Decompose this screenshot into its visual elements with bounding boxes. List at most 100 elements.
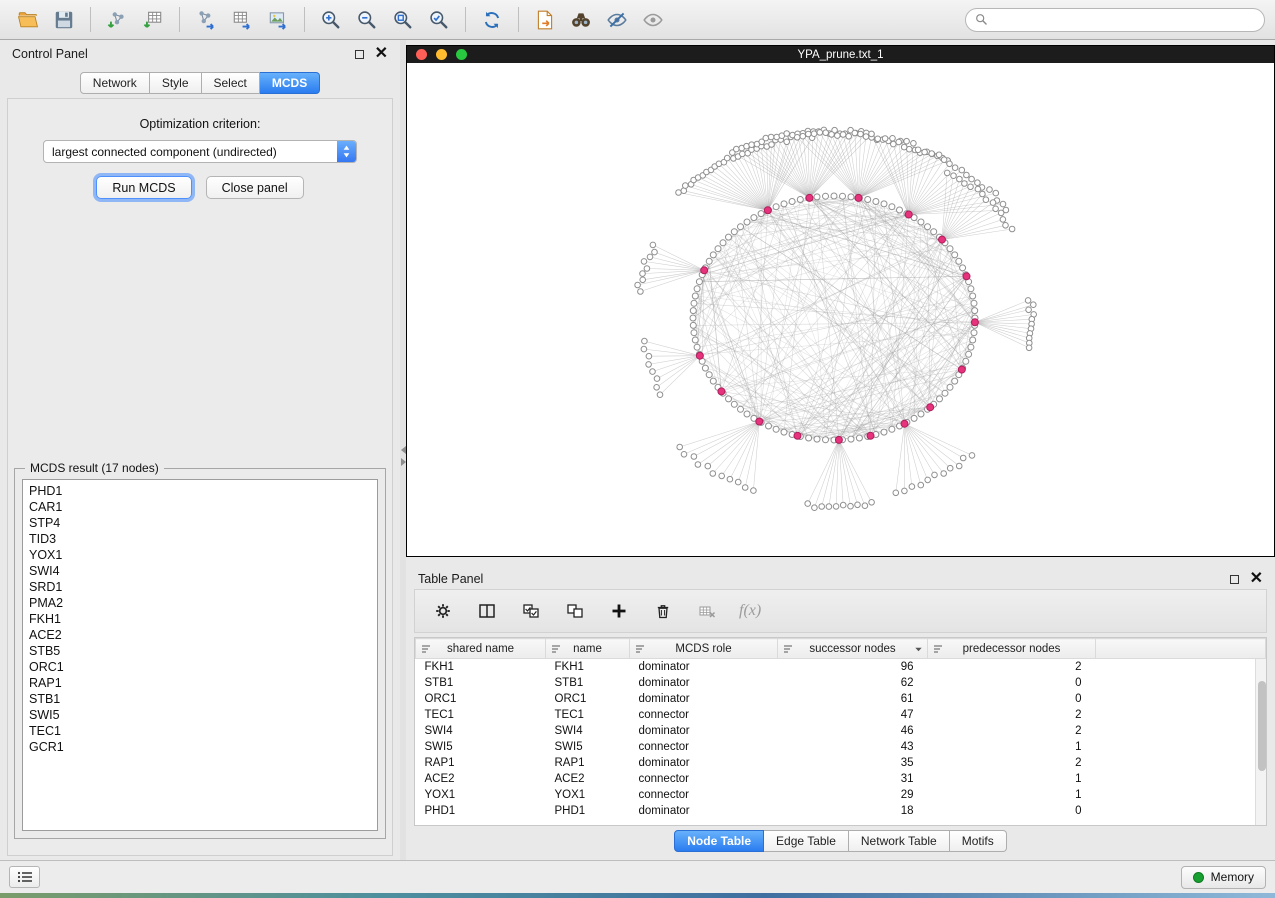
- refresh-icon: [481, 9, 503, 31]
- network-canvas[interactable]: [407, 63, 1274, 556]
- criterion-dropdown[interactable]: largest connected component (undirected): [43, 140, 357, 163]
- toolbar-separator: [179, 7, 180, 32]
- delete-table-button[interactable]: [695, 599, 719, 623]
- cell-predecessor-nodes: 1: [928, 787, 1096, 803]
- column-header-successor-nodes[interactable]: successor nodes: [778, 639, 928, 659]
- mcds-result-item[interactable]: STB5: [29, 643, 377, 659]
- window-close-icon[interactable]: [416, 49, 427, 60]
- network-graph[interactable]: [407, 63, 1274, 556]
- cell-shared-name: TEC1: [416, 707, 546, 723]
- float-panel-icon[interactable]: [355, 50, 364, 59]
- table-row[interactable]: FKH1FKH1dominator962: [416, 659, 1266, 675]
- table-settings-button[interactable]: [431, 599, 455, 623]
- cell-name: STB1: [546, 675, 630, 691]
- window-minimize-icon[interactable]: [436, 49, 447, 60]
- mcds-result-item[interactable]: STB1: [29, 691, 377, 707]
- mcds-result-item[interactable]: ACE2: [29, 627, 377, 643]
- close-table-panel-icon[interactable]: ✕: [1250, 574, 1263, 584]
- column-header-mcds-role[interactable]: MCDS role: [630, 639, 778, 659]
- open-session-button[interactable]: [10, 4, 46, 35]
- tab-network-table[interactable]: Network Table: [849, 830, 950, 852]
- column-header-shared-name[interactable]: shared name: [416, 639, 546, 659]
- tab-style[interactable]: Style: [150, 72, 202, 94]
- tab-mcds[interactable]: MCDS: [260, 72, 320, 94]
- mcds-result-item[interactable]: YOX1: [29, 547, 377, 563]
- first-neighbors-button[interactable]: [563, 4, 599, 35]
- network-window-titlebar[interactable]: YPA_prune.txt_1: [407, 46, 1274, 63]
- close-panel-button[interactable]: Close panel: [206, 176, 304, 199]
- toolbar-separator: [518, 7, 519, 32]
- export-network-button[interactable]: [188, 4, 224, 35]
- function-builder-button[interactable]: f(x): [739, 602, 761, 620]
- mcds-result-item[interactable]: CAR1: [29, 499, 377, 515]
- toolbar-separator: [465, 7, 466, 32]
- column-header-predecessor-nodes[interactable]: predecessor nodes: [928, 639, 1096, 659]
- tab-select[interactable]: Select: [202, 72, 260, 94]
- tab-node-table[interactable]: Node Table: [674, 830, 764, 852]
- add-column-button[interactable]: [607, 599, 631, 623]
- table-row[interactable]: ORC1ORC1dominator610: [416, 691, 1266, 707]
- unselect-all-button[interactable]: [563, 599, 587, 623]
- cell-name: SWI5: [546, 739, 630, 755]
- share-network-button[interactable]: [527, 4, 563, 35]
- mcds-result-item[interactable]: RAP1: [29, 675, 377, 691]
- table-row[interactable]: TEC1TEC1connector472: [416, 707, 1266, 723]
- mcds-result-item[interactable]: TEC1: [29, 723, 377, 739]
- import-network-button[interactable]: [99, 4, 135, 35]
- mcds-result-list[interactable]: PHD1CAR1STP4TID3YOX1SWI4SRD1PMA2FKH1ACE2…: [22, 479, 378, 831]
- mcds-result-item[interactable]: GCR1: [29, 739, 377, 755]
- zoom-out-button[interactable]: [349, 4, 385, 35]
- cell-mcds-role: dominator: [630, 659, 778, 675]
- export-table-button[interactable]: [224, 4, 260, 35]
- mcds-result-item[interactable]: ORC1: [29, 659, 377, 675]
- table-row[interactable]: PHD1PHD1dominator180: [416, 803, 1266, 819]
- delete-column-button[interactable]: [651, 599, 675, 623]
- table-row[interactable]: STB1STB1dominator620: [416, 675, 1266, 691]
- hide-selected-button[interactable]: [599, 4, 635, 35]
- table-row[interactable]: ACE2ACE2connector311: [416, 771, 1266, 787]
- zoom-fit-button[interactable]: [385, 4, 421, 35]
- tab-motifs[interactable]: Motifs: [950, 830, 1007, 852]
- table-scrollbar[interactable]: [1255, 659, 1266, 825]
- table-row[interactable]: YOX1YOX1connector291: [416, 787, 1266, 803]
- refresh-view-button[interactable]: [474, 4, 510, 35]
- mcds-result-item[interactable]: SRD1: [29, 579, 377, 595]
- collapse-right-icon: [401, 458, 406, 466]
- mcds-result-item[interactable]: TID3: [29, 531, 377, 547]
- table-row[interactable]: SWI5SWI5connector431: [416, 739, 1266, 755]
- search-field[interactable]: [965, 8, 1265, 32]
- binoculars-icon: [570, 9, 592, 31]
- memory-button[interactable]: Memory: [1181, 866, 1266, 889]
- import-table-button[interactable]: [135, 4, 171, 35]
- zoom-in-button[interactable]: [313, 4, 349, 35]
- search-input[interactable]: [994, 13, 1255, 27]
- column-menu-icon[interactable]: [914, 645, 923, 654]
- table-scrollbar-thumb[interactable]: [1258, 681, 1266, 771]
- mcds-result-groupbox: MCDS result (17 nodes) PHD1CAR1STP4TID3Y…: [14, 468, 386, 839]
- mcds-result-item[interactable]: PHD1: [29, 483, 377, 499]
- table-row[interactable]: RAP1RAP1dominator352: [416, 755, 1266, 771]
- export-image-button[interactable]: [260, 4, 296, 35]
- cell-predecessor-nodes: 1: [928, 739, 1096, 755]
- mcds-result-item[interactable]: SWI4: [29, 563, 377, 579]
- tab-edge-table[interactable]: Edge Table: [764, 830, 849, 852]
- mcds-result-item[interactable]: SWI5: [29, 707, 377, 723]
- tab-network[interactable]: Network: [80, 72, 150, 94]
- select-all-button[interactable]: [519, 599, 543, 623]
- save-session-button[interactable]: [46, 4, 82, 35]
- run-mcds-button[interactable]: Run MCDS: [96, 176, 191, 199]
- mcds-result-item[interactable]: PMA2: [29, 595, 377, 611]
- cell-name: ACE2: [546, 771, 630, 787]
- mcds-result-item[interactable]: FKH1: [29, 611, 377, 627]
- table-row[interactable]: SWI4SWI4dominator462: [416, 723, 1266, 739]
- mcds-result-item[interactable]: STP4: [29, 515, 377, 531]
- zoom-selected-button[interactable]: [421, 4, 457, 35]
- show-all-button[interactable]: [635, 4, 671, 35]
- column-header-name[interactable]: name: [546, 639, 630, 659]
- task-history-button[interactable]: [9, 866, 40, 888]
- close-panel-icon[interactable]: ✕: [375, 49, 388, 59]
- window-maximize-icon[interactable]: [456, 49, 467, 60]
- show-columns-button[interactable]: [475, 599, 499, 623]
- column-type-icon: [635, 644, 645, 654]
- float-table-panel-icon[interactable]: [1230, 575, 1239, 584]
